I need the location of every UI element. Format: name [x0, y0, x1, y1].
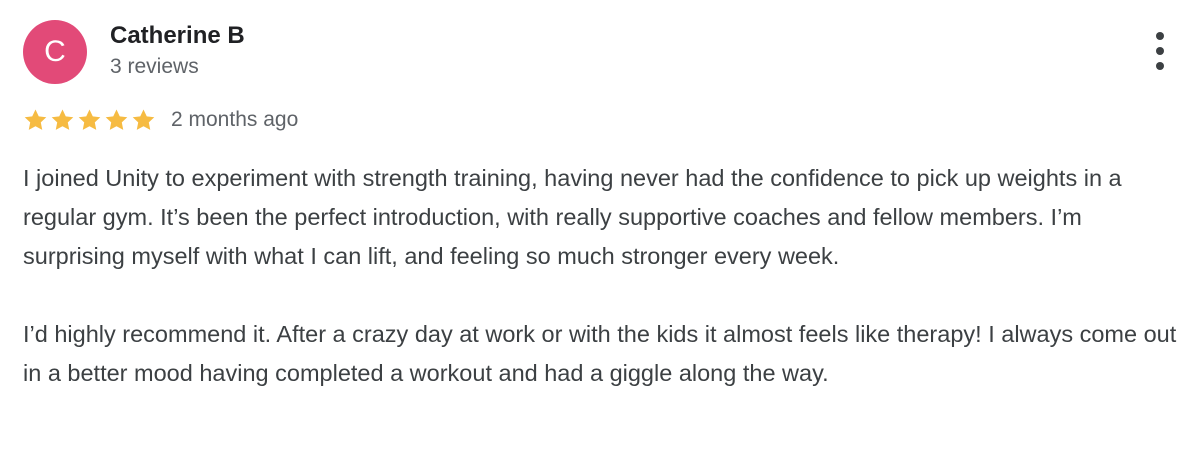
more-options-button[interactable] — [1140, 30, 1180, 72]
avatar-initial: C — [44, 35, 66, 68]
star-icon — [24, 108, 47, 130]
reviewer-review-count: 3 reviews — [110, 55, 199, 78]
star-rating — [22, 107, 157, 134]
rating-row: 2 months ago — [22, 104, 298, 136]
more-vertical-icon — [1156, 62, 1164, 70]
star-icon — [78, 108, 101, 130]
more-vertical-icon — [1156, 32, 1164, 40]
star-icon — [105, 108, 128, 130]
review-text: I joined Unity to experiment with streng… — [23, 159, 1183, 393]
review-timestamp: 2 months ago — [171, 108, 299, 131]
avatar[interactable]: C — [23, 20, 87, 84]
review-paragraph: I joined Unity to experiment with streng… — [23, 165, 1122, 269]
more-vertical-icon — [1156, 47, 1164, 55]
reviewer-name[interactable]: Catherine B — [110, 21, 245, 51]
review-paragraph: I’d highly recommend it. After a crazy d… — [23, 321, 1177, 386]
review-card: C Catherine B 3 reviews 2 months ago I j… — [0, 0, 1200, 473]
star-icon — [132, 108, 155, 130]
star-icon — [51, 108, 74, 130]
